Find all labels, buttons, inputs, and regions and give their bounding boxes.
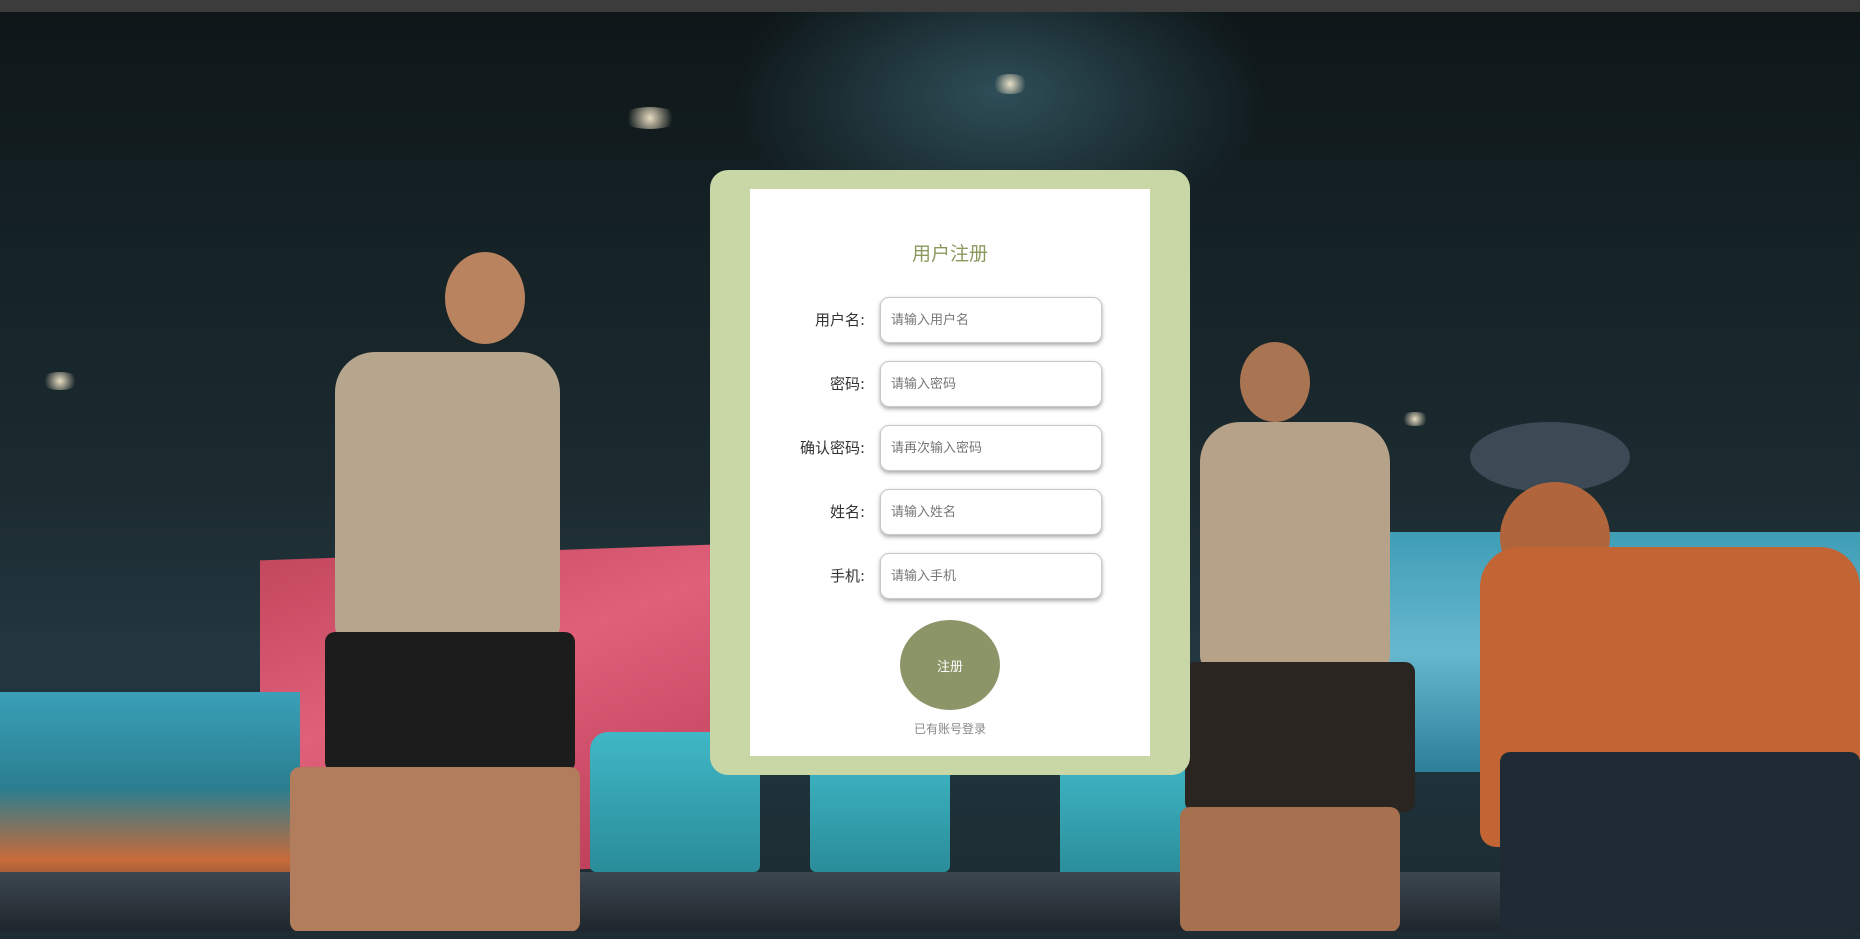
dancer-shirt — [335, 352, 560, 642]
confirm-password-input[interactable] — [880, 425, 1102, 471]
password-row: 密码: — [750, 361, 1150, 407]
dancer-shorts — [1185, 662, 1415, 812]
dancer-shorts — [325, 632, 575, 772]
top-bar — [0, 0, 1860, 12]
dancer-shirt — [1200, 422, 1390, 672]
name-input[interactable] — [880, 489, 1102, 535]
register-button[interactable]: 注册 — [900, 620, 1000, 710]
phone-label: 手机: — [829, 567, 865, 585]
password-input[interactable] — [880, 361, 1102, 407]
register-title: 用户注册 — [911, 243, 988, 265]
stage-light — [990, 74, 1030, 94]
name-label: 姓名: — [829, 503, 865, 521]
username-input[interactable] — [880, 297, 1102, 343]
login-link[interactable]: 已有账号登录 — [750, 720, 1150, 737]
username-label: 用户名: — [814, 311, 865, 329]
dancer-legs — [290, 767, 580, 931]
dancer-head — [445, 252, 525, 344]
stage-light — [1400, 412, 1430, 426]
confirm-password-label: 确认密码: — [799, 439, 865, 457]
register-card-frame: 用户注册 用户名: 密码: 确认密码: 姓名: 手机: 注册 已有账号登录 — [710, 170, 1190, 775]
host-pants — [1500, 752, 1860, 931]
username-row: 用户名: — [750, 297, 1150, 343]
stage-light — [40, 372, 80, 390]
dancer-head — [1240, 342, 1310, 422]
password-label: 密码: — [829, 375, 865, 393]
stage-light — [620, 107, 680, 129]
phone-input[interactable] — [880, 553, 1102, 599]
phone-row: 手机: — [750, 553, 1150, 599]
name-row: 姓名: — [750, 489, 1150, 535]
dancer-legs — [1180, 807, 1400, 931]
register-card: 用户注册 用户名: 密码: 确认密码: 姓名: 手机: 注册 已有账号登录 — [750, 189, 1150, 756]
confirm-password-row: 确认密码: — [750, 425, 1150, 471]
bottom-bar — [0, 931, 1860, 939]
